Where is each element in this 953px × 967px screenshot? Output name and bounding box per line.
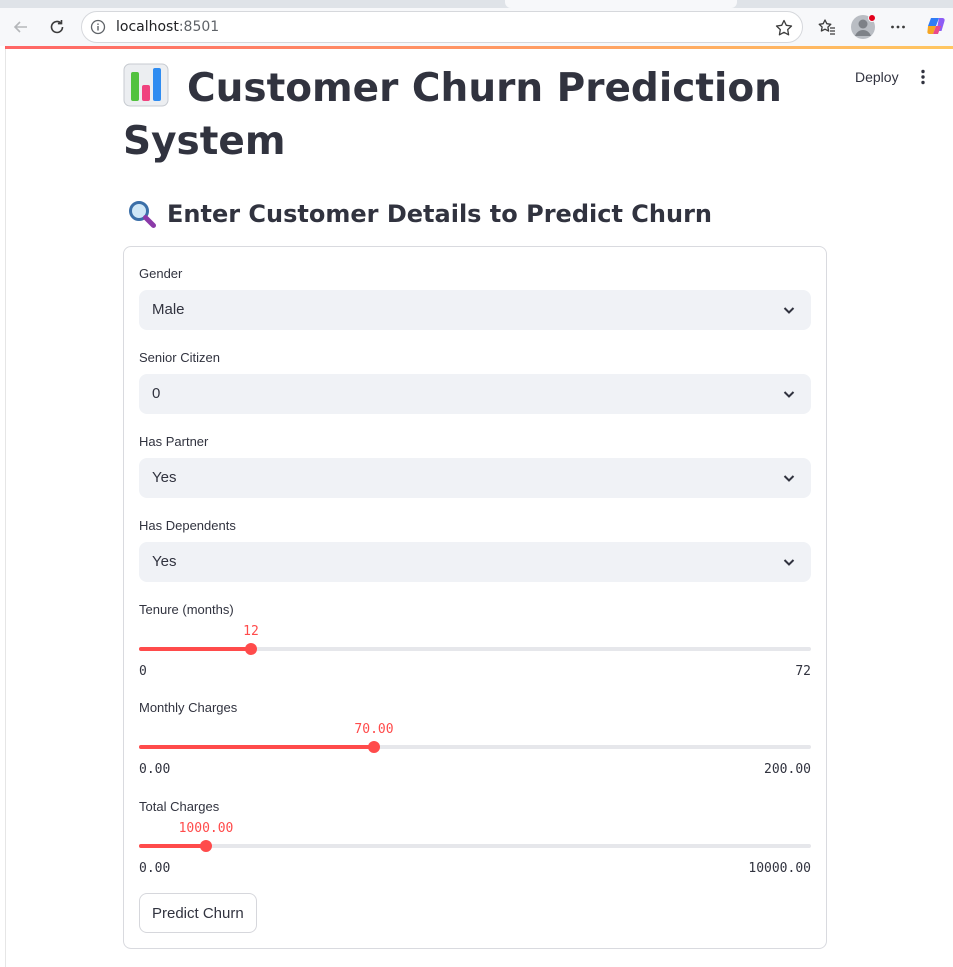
chevron-down-icon xyxy=(783,475,795,482)
partner-select[interactable]: Yes xyxy=(139,458,811,498)
slider-current-value: 70.00 xyxy=(354,722,394,737)
slider-max-label: 10000.00 xyxy=(748,861,811,876)
deploy-button[interactable]: Deploy xyxy=(847,66,907,88)
favorites-icon[interactable] xyxy=(815,15,839,39)
url-text: localhost:8501 xyxy=(116,19,220,35)
slider-thumb[interactable] xyxy=(200,840,212,852)
slider-fill xyxy=(139,745,374,749)
section-heading-text: Enter Customer Details to Predict Churn xyxy=(167,200,712,228)
magnifying-glass-icon xyxy=(129,201,156,228)
star-icon[interactable] xyxy=(774,18,794,38)
address-bar[interactable]: localhost:8501 xyxy=(81,11,803,43)
section-heading: Enter Customer Details to Predict Churn xyxy=(127,196,712,232)
slider-min-label: 0.00 xyxy=(139,861,171,876)
reload-icon[interactable] xyxy=(45,15,69,39)
gender-select[interactable]: Male xyxy=(139,290,811,330)
profile-avatar[interactable] xyxy=(851,14,876,39)
dependents-value: Yes xyxy=(152,553,177,570)
slider-max-label: 200.00 xyxy=(764,762,811,777)
slider-min-label: 0.00 xyxy=(139,762,171,777)
total-charges-label: Total Charges xyxy=(139,799,220,814)
monthly-charges-slider[interactable]: 70.00 0.00 200.00 xyxy=(139,715,811,777)
chevron-down-icon xyxy=(783,307,795,314)
slider-min-label: 0 xyxy=(139,664,147,679)
slider-max-label: 72 xyxy=(795,664,811,679)
senior-citizen-select[interactable]: 0 xyxy=(139,374,811,414)
senior-citizen-value: 0 xyxy=(152,385,161,402)
senior-citizen-label: Senior Citizen xyxy=(139,350,220,365)
site-info-icon[interactable] xyxy=(90,19,106,35)
chevron-down-icon xyxy=(783,559,795,566)
monthly-charges-label: Monthly Charges xyxy=(139,700,238,715)
slider-fill xyxy=(139,844,206,848)
header-decoration xyxy=(5,46,953,49)
slider-thumb[interactable] xyxy=(245,643,257,655)
chevron-down-icon xyxy=(783,391,795,398)
gender-value: Male xyxy=(152,301,185,318)
slider-current-value: 12 xyxy=(243,624,259,639)
main-menu-icon[interactable] xyxy=(913,66,933,88)
total-charges-slider[interactable]: 1000.00 0.00 10000.00 xyxy=(139,814,811,876)
prediction-form: Gender Male Senior Citizen 0 Has Partner… xyxy=(123,246,827,949)
tenure-label: Tenure (months) xyxy=(139,602,234,617)
copilot-icon[interactable] xyxy=(925,15,947,37)
bar-chart-icon xyxy=(123,63,169,107)
active-tab[interactable] xyxy=(505,0,737,8)
predict-churn-button[interactable]: Predict Churn xyxy=(139,893,257,933)
back-arrow-icon[interactable] xyxy=(9,15,33,39)
dependents-select[interactable]: Yes xyxy=(139,542,811,582)
tenure-slider[interactable]: 12 0 72 xyxy=(139,617,811,679)
tab-strip xyxy=(0,0,953,8)
notification-dot xyxy=(868,14,876,22)
browser-toolbar: localhost:8501 xyxy=(0,8,953,46)
page-title: Customer Churn Prediction System xyxy=(123,62,823,168)
dependents-label: Has Dependents xyxy=(139,518,236,533)
partner-label: Has Partner xyxy=(139,434,209,449)
more-icon[interactable] xyxy=(886,15,910,39)
partner-value: Yes xyxy=(152,469,177,486)
page-title-text: Customer Churn Prediction System xyxy=(123,66,782,164)
gender-label: Gender xyxy=(139,266,183,281)
slider-fill xyxy=(139,647,251,651)
slider-current-value: 1000.00 xyxy=(178,821,234,836)
slider-thumb[interactable] xyxy=(368,741,380,753)
slider-track[interactable] xyxy=(139,844,811,848)
